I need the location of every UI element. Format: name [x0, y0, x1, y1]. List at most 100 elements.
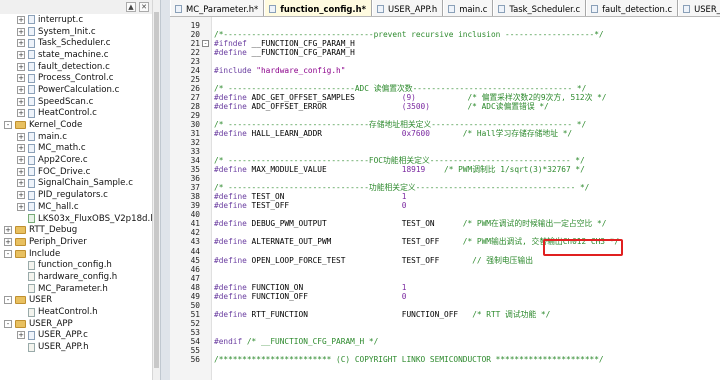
- expand-icon[interactable]: +: [17, 202, 25, 211]
- expand-icon[interactable]: +: [17, 27, 25, 36]
- tab-fault-detection-c[interactable]: fault_detection.c: [586, 0, 679, 16]
- line-number: 22: [190, 47, 200, 57]
- tree-item-foc-drive-c[interactable]: + FOC_Drive.c: [0, 166, 152, 178]
- tab-user-app-c[interactable]: USER_APP.c: [678, 0, 720, 16]
- file-icon: [269, 4, 277, 13]
- tree-item-label: Task_Scheduler.c: [38, 38, 111, 49]
- code-text: /* ------------------------------存储地址相关定…: [214, 120, 586, 129]
- expand-icon[interactable]: +: [17, 156, 25, 165]
- tree-up-button[interactable]: ▲: [126, 2, 136, 12]
- tree-item-user[interactable]: - USER: [0, 295, 152, 307]
- c-file-icon: [28, 108, 35, 118]
- tree-item-fault-detection-c[interactable]: + fault_detection.c: [0, 61, 152, 73]
- tree-item-mc-hall-c[interactable]: + MC_hall.c: [0, 201, 152, 213]
- expand-icon[interactable]: +: [17, 39, 25, 48]
- tab-function-config-h[interactable]: function_config.h*: [264, 0, 372, 16]
- code-token: TEST_ON: [246, 192, 402, 202]
- tree-item-pid-regulators-c[interactable]: + PID_regulators.c: [0, 189, 152, 201]
- code-token: MAX_MODULE_VALUE: [246, 165, 402, 175]
- tree-item-user-app[interactable]: - USER_APP: [0, 318, 152, 330]
- collapse-icon[interactable]: -: [4, 121, 12, 130]
- tree-item-process-control-c[interactable]: + Process_Control.c: [0, 72, 152, 84]
- expand-icon[interactable]: +: [4, 226, 12, 235]
- tree-item-label: USER_APP: [29, 318, 73, 329]
- line-number: 20: [190, 29, 200, 39]
- code-line: 31 #define HALL_LEARN_ADDR 0x7600 /* Hall…: [170, 129, 720, 138]
- tree-item-main-c[interactable]: + main.c: [0, 131, 152, 143]
- tree-scrollbar-thumb[interactable]: [154, 12, 159, 368]
- tree-item-signalchain-sample-c[interactable]: + SignalChain_Sample.c: [0, 178, 152, 190]
- expand-icon[interactable]: +: [17, 15, 25, 24]
- tree-item-user-app-c[interactable]: + USER_APP.c: [0, 330, 152, 342]
- code-token: /* ---------------------------ADC 读偏置次数-…: [214, 83, 587, 93]
- tree-item-user-app-h[interactable]: USER_APP.h: [0, 341, 152, 353]
- panel-splitter[interactable]: [160, 0, 170, 380]
- c-file-icon: [28, 132, 35, 142]
- tree-item-powercalculation-c[interactable]: + PowerCalculation.c: [0, 84, 152, 96]
- tree-item-kernel-code[interactable]: - Kernel_Code: [0, 119, 152, 131]
- tree-item-heatcontrol-h[interactable]: HeatControl.h: [0, 306, 152, 318]
- expand-icon[interactable]: +: [17, 50, 25, 59]
- tree-item-hardware-config-h[interactable]: hardware_config.h: [0, 271, 152, 283]
- tree-item-rtt-debug[interactable]: + RTT_Debug: [0, 224, 152, 236]
- tab-task-scheduler-c[interactable]: Task_Scheduler.c: [493, 0, 587, 16]
- tab-mc-parameter-h[interactable]: MC_Parameter.h*: [170, 0, 265, 16]
- expand-icon[interactable]: +: [17, 331, 25, 340]
- line-number: 54: [190, 336, 200, 346]
- tree-item-heatcontrol-c[interactable]: + HeatControl.c: [0, 108, 152, 120]
- code-token: TEST_OFF: [246, 201, 402, 211]
- code-token: #define: [214, 92, 247, 102]
- expand-icon[interactable]: +: [17, 167, 25, 176]
- expand-icon[interactable]: +: [17, 179, 25, 188]
- tree-item-label: App2Core.c: [38, 155, 88, 166]
- line-number: 27: [190, 92, 200, 102]
- c-file-icon: [28, 38, 35, 48]
- tree-item-label: System_Init.c: [38, 26, 96, 37]
- expand-icon[interactable]: +: [17, 62, 25, 71]
- code-token: OPEN_LOOP_FORCE_TEST TEST_OFF: [246, 255, 440, 265]
- tree-item-mc-math-c[interactable]: + MC_math.c: [0, 143, 152, 155]
- expand-icon[interactable]: +: [17, 74, 25, 83]
- code-line: 50: [170, 301, 720, 310]
- code-token: __FUNCTION_CFG_PARAM_H: [246, 38, 355, 48]
- expand-icon[interactable]: +: [17, 97, 25, 106]
- tree-item-include[interactable]: - Include: [0, 248, 152, 260]
- collapse-icon[interactable]: -: [4, 249, 12, 258]
- tree-item-label: Process_Control.c: [38, 73, 114, 84]
- code-token: #define: [214, 309, 247, 319]
- tree-item-task-scheduler-c[interactable]: + Task_Scheduler.c: [0, 37, 152, 49]
- c-file-icon: [28, 178, 35, 188]
- tree-item-state-machine-c[interactable]: + state_machine.c: [0, 49, 152, 61]
- tree-item-function-config-h[interactable]: function_config.h: [0, 259, 152, 271]
- code-token: #define: [214, 282, 247, 292]
- fold-toggle-icon[interactable]: -: [202, 39, 209, 47]
- code-text: /* ------------------------------功能相关定义-…: [214, 183, 589, 192]
- expand-icon[interactable]: +: [4, 237, 12, 246]
- line-number: 56: [190, 354, 200, 364]
- tree-item-system-init-c[interactable]: + System_Init.c: [0, 26, 152, 38]
- tab-main-c[interactable]: main.c: [443, 0, 494, 16]
- expand-icon[interactable]: +: [17, 85, 25, 94]
- tree-item-interrupt-c[interactable]: + interrupt.c: [0, 14, 152, 26]
- file-icon: [376, 4, 384, 13]
- header-file-icon: [28, 272, 35, 282]
- expand-icon[interactable]: +: [17, 132, 25, 141]
- tree-item-lks03x-fluxobs-v2p18d-lib[interactable]: LKS03x_FluxOBS_V2p18d.lib: [0, 213, 152, 225]
- expand-icon[interactable]: +: [17, 144, 25, 153]
- code-token: 1: [401, 282, 407, 292]
- tree-scrollbar[interactable]: [152, 0, 160, 380]
- code-token: /* ADC读偏置错误 */: [429, 101, 549, 111]
- code-editor[interactable]: 19 20 /*--------------------------------pr…: [170, 17, 720, 380]
- folder-icon: [15, 249, 26, 258]
- tree-item-periph-driver[interactable]: + Periph_Driver: [0, 236, 152, 248]
- tree-item-mc-parameter-h[interactable]: MC_Parameter.h: [0, 283, 152, 295]
- collapse-icon[interactable]: -: [4, 296, 12, 305]
- tree-item-app2core-c[interactable]: + App2Core.c: [0, 154, 152, 166]
- tree-item-label: USER: [29, 295, 53, 306]
- expand-icon[interactable]: +: [17, 191, 25, 200]
- tab-user-app-h[interactable]: USER_APP.h: [371, 0, 444, 16]
- collapse-icon[interactable]: -: [4, 319, 12, 328]
- expand-icon[interactable]: +: [17, 109, 25, 118]
- tree-close-button[interactable]: ✕: [139, 2, 149, 12]
- tree-item-speedscan-c[interactable]: + SpeedScan.c: [0, 96, 152, 108]
